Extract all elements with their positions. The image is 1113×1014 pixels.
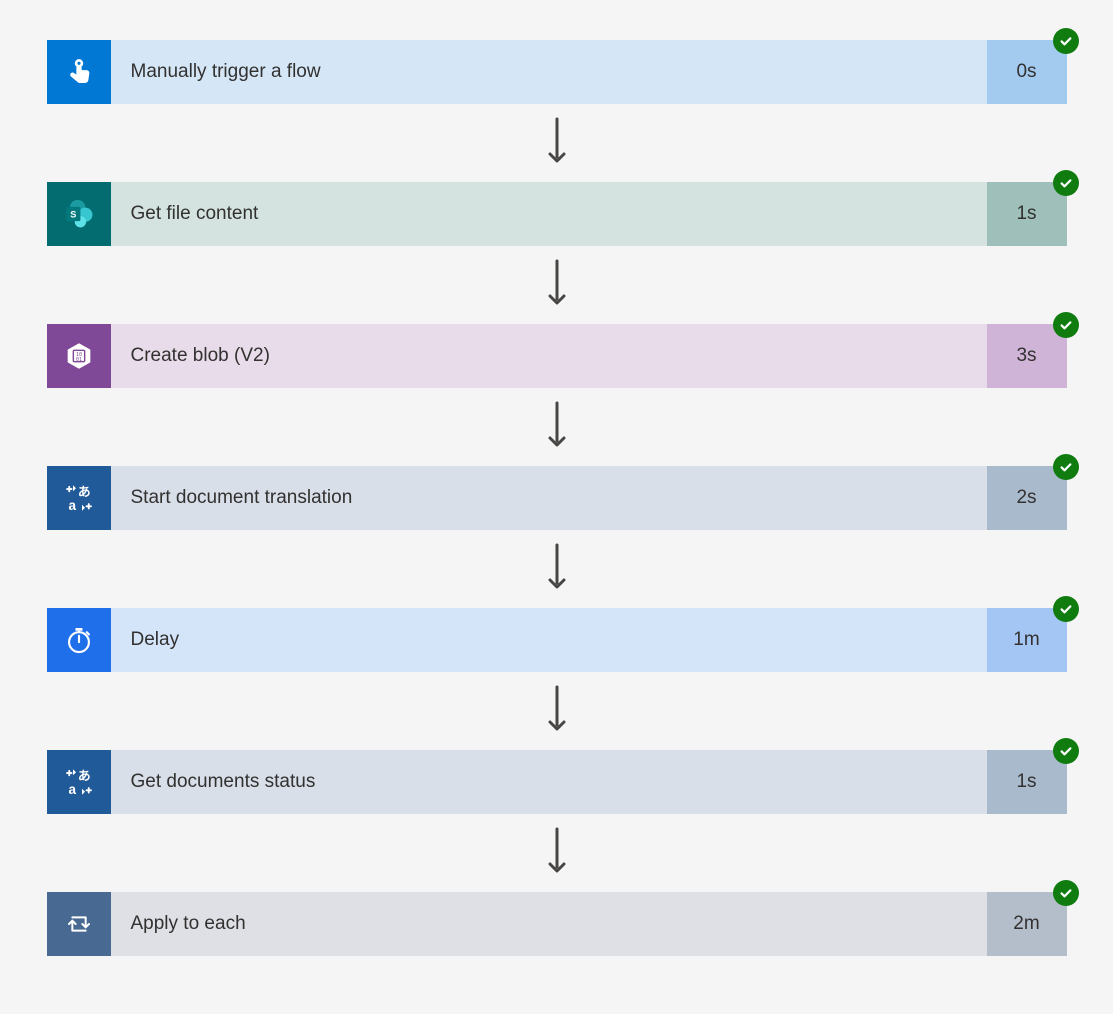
step-duration: 1s <box>987 750 1067 814</box>
flow-step-apply-each[interactable]: Apply to each 2m <box>47 892 1067 956</box>
svg-text:あ: あ <box>77 484 90 499</box>
arrow-down-icon <box>548 540 566 594</box>
step-duration: 2s <box>987 466 1067 530</box>
translate-icon: あ a <box>47 466 111 530</box>
blob-icon: 10 01 <box>47 324 111 388</box>
flow-step-manual-trigger[interactable]: Manually trigger a flow 0s <box>47 40 1067 104</box>
success-icon <box>1053 454 1079 480</box>
svg-text:a: a <box>68 498 76 513</box>
arrow-down-icon <box>548 398 566 452</box>
step-duration: 0s <box>987 40 1067 104</box>
success-icon <box>1053 738 1079 764</box>
step-duration: 1m <box>987 608 1067 672</box>
translate-icon: あ a <box>47 750 111 814</box>
arrow-down-icon <box>548 114 566 168</box>
success-icon <box>1053 28 1079 54</box>
timer-icon <box>47 608 111 672</box>
step-duration: 2m <box>987 892 1067 956</box>
success-icon <box>1053 312 1079 338</box>
step-label: Manually trigger a flow <box>111 40 987 104</box>
loop-icon <box>47 892 111 956</box>
step-label: Delay <box>111 608 987 672</box>
step-label: Apply to each <box>111 892 987 956</box>
success-icon <box>1053 880 1079 906</box>
flow-step-create-blob[interactable]: 10 01 Create blob (V2) 3s <box>47 324 1067 388</box>
step-duration: 1s <box>987 182 1067 246</box>
step-duration: 3s <box>987 324 1067 388</box>
svg-text:S: S <box>70 210 76 220</box>
svg-text:01: 01 <box>76 357 82 363</box>
arrow-down-icon <box>548 256 566 310</box>
svg-text:あ: あ <box>77 768 90 783</box>
touch-icon <box>47 40 111 104</box>
arrow-down-icon <box>548 682 566 736</box>
step-label: Get documents status <box>111 750 987 814</box>
flow-step-get-status[interactable]: あ a Get documents status 1s <box>47 750 1067 814</box>
flow-step-get-file-content[interactable]: S Get file content 1s <box>47 182 1067 246</box>
success-icon <box>1053 596 1079 622</box>
success-icon <box>1053 170 1079 196</box>
flow-step-start-translation[interactable]: あ a Start document translation 2s <box>47 466 1067 530</box>
flow-step-delay[interactable]: Delay 1m <box>47 608 1067 672</box>
step-label: Create blob (V2) <box>111 324 987 388</box>
step-label: Get file content <box>111 182 987 246</box>
sharepoint-icon: S <box>47 182 111 246</box>
svg-text:a: a <box>68 782 76 797</box>
step-label: Start document translation <box>111 466 987 530</box>
arrow-down-icon <box>548 824 566 878</box>
